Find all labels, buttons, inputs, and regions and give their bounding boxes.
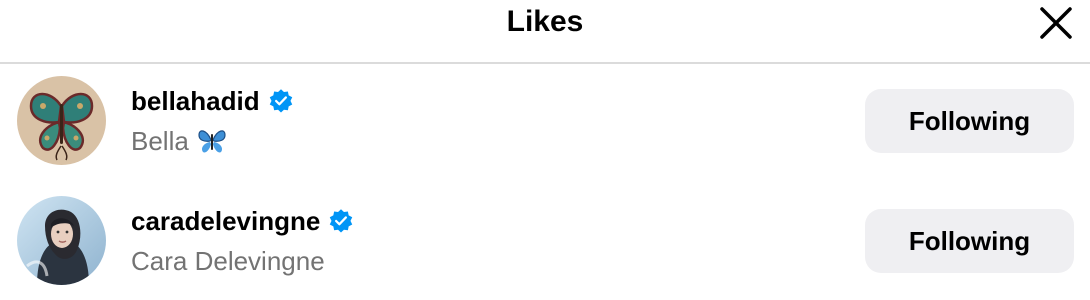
avatar[interactable] xyxy=(17,76,106,165)
avatar[interactable] xyxy=(17,196,106,285)
close-button[interactable] xyxy=(1036,3,1076,43)
list-item: bellahadid Bella Following xyxy=(0,72,1090,172)
username-link[interactable]: caradelevingne xyxy=(131,206,354,236)
verified-badge-icon xyxy=(328,208,354,234)
full-name: Cara Delevingne xyxy=(131,246,325,276)
following-button[interactable]: Following xyxy=(865,209,1074,273)
likes-modal: Likes bellahadid Bella Following caradel… xyxy=(0,0,1090,300)
full-name-text: Cara Delevingne xyxy=(131,246,325,276)
close-icon[interactable] xyxy=(1036,3,1076,43)
modal-header: Likes xyxy=(0,0,1090,64)
full-name-text: Bella xyxy=(131,126,189,156)
verified-badge-icon xyxy=(268,88,294,114)
username[interactable]: bellahadid xyxy=(131,86,260,116)
following-button[interactable]: Following xyxy=(865,89,1074,153)
list-item: caradelevingne Cara Delevingne Following xyxy=(0,192,1090,292)
username-link[interactable]: bellahadid xyxy=(131,86,294,116)
butterfly-icon xyxy=(197,128,227,154)
modal-title: Likes xyxy=(506,5,584,38)
username[interactable]: caradelevingne xyxy=(131,206,320,236)
full-name: Bella xyxy=(131,126,227,156)
